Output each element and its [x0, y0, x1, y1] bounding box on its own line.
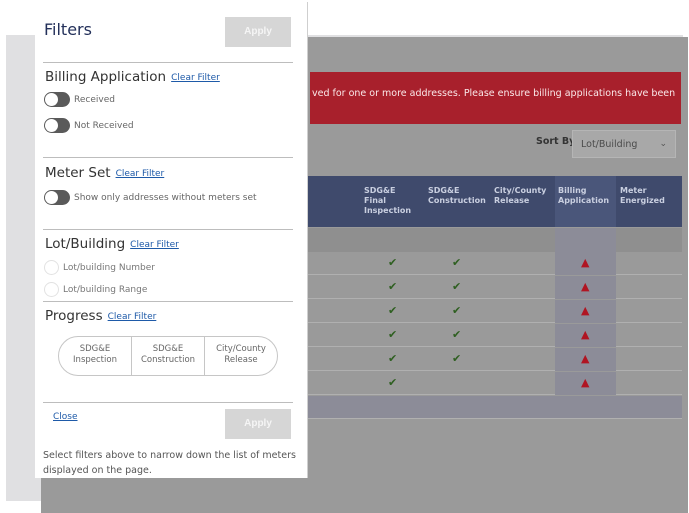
radio-button[interactable] [44, 282, 59, 297]
lot-number-option[interactable]: Lot/building Number [44, 260, 155, 275]
lot-range-option[interactable]: Lot/building Range [44, 282, 147, 297]
progress-heading: Progress Clear Filter [45, 308, 157, 324]
segment-city-county-release[interactable]: City/County Release [204, 337, 277, 375]
meter-set-heading: Meter Set Clear Filter [45, 165, 165, 181]
column-header-meter-energized[interactable]: Meter Energized [620, 186, 665, 206]
filters-panel: Filters Apply Billing Application Clear F… [35, 2, 308, 478]
sort-selected-value: Lot/Building [581, 139, 638, 150]
filters-title: Filters [44, 20, 92, 39]
divider [43, 402, 293, 403]
not-received-toggle-row[interactable]: Not Received [44, 118, 134, 133]
warning-icon: ▲ [581, 352, 590, 365]
warning-icon: ▲ [581, 328, 590, 341]
received-toggle-row[interactable]: Received [44, 92, 115, 107]
check-icon: ✔ [452, 304, 462, 317]
meter-toggle-row[interactable]: Show only addresses without meters set [44, 190, 257, 205]
sort-label: Sort By [536, 136, 576, 147]
divider [43, 229, 293, 230]
lot-clear-filter-link[interactable]: Clear Filter [130, 240, 179, 250]
meters-not-set-toggle[interactable] [44, 190, 70, 205]
table-header: SDG&E Final Inspection SDG&E Construction C… [307, 176, 682, 227]
error-banner: ved for one or more addresses. Please en… [310, 72, 681, 124]
sort-select[interactable]: Lot/Building ⌄ [572, 130, 676, 158]
divider [43, 62, 293, 63]
table-row[interactable]: ✔ ✔ ▲ [307, 300, 682, 323]
help-text: Select filters above to narrow down the … [43, 450, 296, 476]
check-icon: ✔ [452, 352, 462, 365]
divider [43, 301, 293, 302]
column-header-billing-application[interactable]: Billing Application [555, 176, 616, 227]
table-row[interactable]: ✔ ✔ ▲ [307, 348, 682, 371]
check-icon: ✔ [452, 328, 462, 341]
check-icon: ✔ [452, 256, 462, 269]
check-icon: ✔ [452, 280, 462, 293]
table-row[interactable]: ✔ ✔ ▲ [307, 324, 682, 347]
warning-icon: ▲ [581, 304, 590, 317]
table-row[interactable]: ✔ ✔ ▲ [307, 252, 682, 275]
check-icon: ✔ [388, 328, 398, 341]
warning-icon: ▲ [581, 256, 590, 269]
apply-button-bottom[interactable]: Apply [225, 409, 291, 439]
warning-icon: ▲ [581, 280, 590, 293]
billing-application-heading: Billing Application Clear Filter [45, 69, 220, 85]
progress-clear-filter-link[interactable]: Clear Filter [108, 312, 157, 322]
check-icon: ✔ [388, 376, 398, 389]
segment-sdge-inspection[interactable]: SDG&E Inspection [59, 337, 131, 375]
apply-button-top[interactable]: Apply [225, 17, 291, 47]
chevron-down-icon: ⌄ [659, 139, 667, 149]
column-header-city-county-release[interactable]: City/County Release [494, 186, 546, 206]
check-icon: ✔ [388, 256, 398, 269]
column-header-construction[interactable]: SDG&E Construction [428, 186, 486, 206]
billing-clear-filter-link[interactable]: Clear Filter [171, 73, 220, 83]
received-toggle[interactable] [44, 92, 70, 107]
radio-button[interactable] [44, 260, 59, 275]
lot-building-heading: Lot/Building Clear Filter [45, 236, 179, 252]
table-row[interactable] [307, 396, 682, 419]
not-received-toggle[interactable] [44, 118, 70, 133]
table-row[interactable]: ✔ ▲ [307, 372, 682, 395]
meter-clear-filter-link[interactable]: Clear Filter [116, 169, 165, 179]
table-row[interactable]: ✔ ✔ ▲ [307, 276, 682, 299]
table-group-band [307, 228, 682, 252]
column-header-final-inspection[interactable]: SDG&E Final Inspection [364, 186, 411, 216]
check-icon: ✔ [388, 352, 398, 365]
check-icon: ✔ [388, 304, 398, 317]
divider [43, 157, 293, 158]
progress-segmented-control: SDG&E Inspection SDG&E Construction City/C… [58, 336, 278, 376]
check-icon: ✔ [388, 280, 398, 293]
segment-sdge-construction[interactable]: SDG&E Construction [131, 337, 204, 375]
close-link[interactable]: Close [53, 412, 78, 422]
error-banner-text: ved for one or more addresses. Please en… [312, 88, 676, 99]
warning-icon: ▲ [581, 376, 590, 389]
